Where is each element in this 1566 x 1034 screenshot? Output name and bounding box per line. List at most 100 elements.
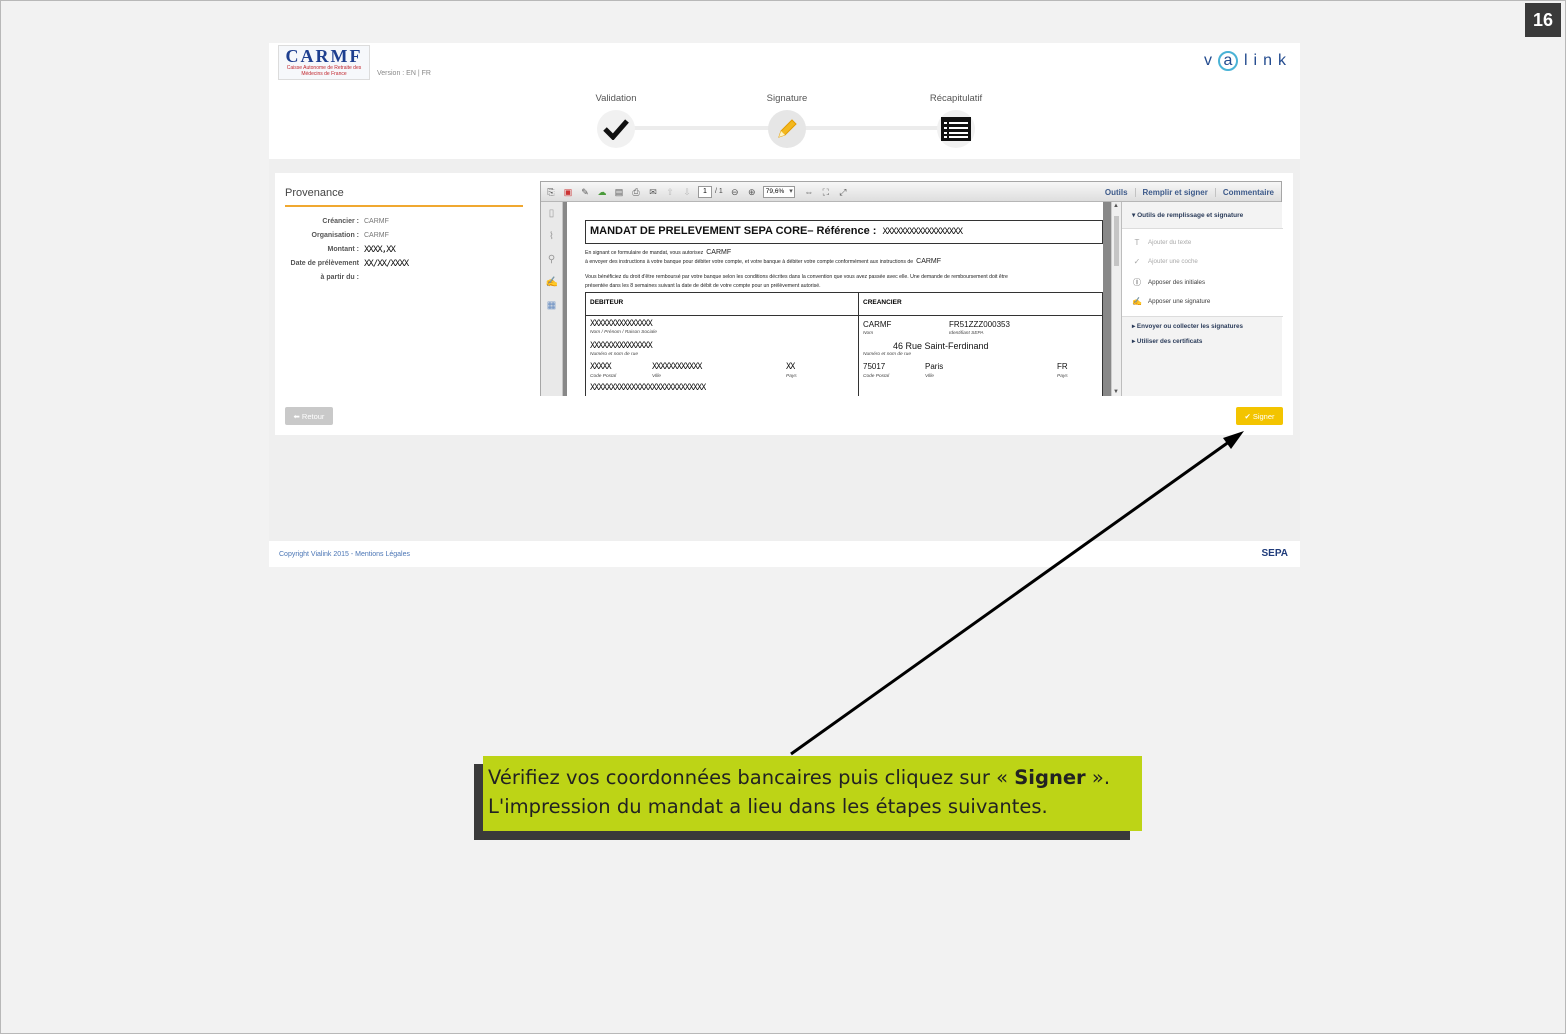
debiteur-name: XXXXXXXXXXXXXXX <box>590 319 653 329</box>
tab-commentaire[interactable]: Commentaire <box>1214 187 1281 197</box>
mandate-text: En signant ce formulaire de mandat, vous… <box>585 250 704 256</box>
page-number-input[interactable]: 1 <box>698 185 712 198</box>
creancier-sepa-caption: Identifiant SEPA <box>949 331 984 336</box>
export-pdf-icon[interactable]: ▣ <box>562 186 574 198</box>
arrow-left-icon: ⬅ <box>293 411 302 421</box>
sepa-logo: SEPA <box>1262 548 1289 559</box>
creancier-header: CREANCIER <box>859 293 1102 316</box>
scroll-thumb[interactable] <box>1114 216 1119 266</box>
retour-label: Retour <box>301 411 325 421</box>
logo-subtitle: Caisse Autonome de Retraite des Médecins… <box>286 65 362 77</box>
mail-icon[interactable]: ✉ <box>647 186 659 198</box>
mandate-title: MANDAT DE PRELEVEMENT SEPA CORE– Référen… <box>585 220 1103 244</box>
app-header: CARMF Caisse Autonome de Retraite des Mé… <box>269 43 1300 81</box>
signature-icon: ✍ <box>1132 297 1142 306</box>
signer-button[interactable]: ✔ Signer <box>1236 407 1283 425</box>
binoculars-icon[interactable]: ⚲ <box>546 254 558 266</box>
callout-line-2: L'impression du mandat a lieu dans les é… <box>488 795 1048 818</box>
row-value: XX/XX/XXXX <box>364 259 409 269</box>
provenance-details: Créancier : CARMF Organisation : CARMF Mon… <box>285 217 410 287</box>
section-label: Outils de remplissage et signature <box>1137 212 1244 219</box>
mandate-text-2: à envoyer des instructions à votre banqu… <box>585 258 941 265</box>
text-icon: T <box>1134 238 1140 247</box>
creancier-name-caption: Nom <box>863 331 874 336</box>
scroll-up-icon[interactable]: ▲ <box>1113 203 1119 209</box>
link-label: Envoyer ou collecter les signatures <box>1136 323 1243 330</box>
zoom-out-icon[interactable]: ⊖ <box>729 186 741 198</box>
add-check-tool[interactable]: ✓ Ajouter une coche <box>1132 257 1198 266</box>
checkmark-icon: ✓ <box>1133 257 1141 266</box>
content-area: Provenance Créancier : CARMF Organisation… <box>269 159 1300 541</box>
zoom-select[interactable]: 79,6% <box>762 185 795 198</box>
fit-width-icon[interactable]: ⇔ <box>803 186 815 198</box>
fill-sign-section[interactable]: ▾ Outils de remplissage et signature <box>1122 202 1282 219</box>
initials-icon: Ⓘ <box>1133 278 1141 287</box>
fit-page-icon[interactable]: ⛶ <box>820 186 832 198</box>
step-recapitulatif: Récapitulatif <box>906 93 1006 148</box>
edit-icon[interactable]: ✎ <box>579 186 591 198</box>
step-validation: Validation <box>566 93 666 148</box>
row-value: CARMF <box>364 232 389 239</box>
tab-remplir-et-signer[interactable]: Remplir et signer <box>1134 187 1215 197</box>
creancier-street: 46 Rue Saint-Ferdinand <box>893 341 989 351</box>
create-pdf-icon[interactable]: ⎘ <box>545 186 557 198</box>
debiteur-street-caption: Numéro et nom de rue <box>590 352 638 357</box>
signature-panel-icon[interactable]: ✍ <box>546 277 558 289</box>
pdf-toolbar: ⎘ ▣ ✎ ☁ ▤ ⎙ ✉ ⇧ ⇩ 1 / 1 ⊖ ⊕ 79,6% ⇔ ⛶ ⤢ <box>541 182 1281 202</box>
pdf-sidebar: ▯ ⌇ ⚲ ✍ ▦ <box>541 202 563 396</box>
sepa-text: SEPA <box>1261 548 1289 559</box>
signer-label: Signer <box>1252 411 1275 421</box>
pdf-viewer: ⎘ ▣ ✎ ☁ ▤ ⎙ ✉ ⇧ ⇩ 1 / 1 ⊖ ⊕ 79,6% ⇔ ⛶ ⤢ <box>540 181 1283 396</box>
page-up-icon[interactable]: ⇧ <box>664 186 676 198</box>
add-signature-tool[interactable]: ✍ Apposer une signature <box>1132 297 1210 306</box>
link-label: Utiliser des certificats <box>1136 338 1203 345</box>
carmf-logo: CARMF Caisse Autonome de Retraite des Mé… <box>278 45 370 80</box>
use-certificates-link[interactable]: ▸ Utiliser des certificats <box>1132 338 1202 345</box>
pdf-document-area: MANDAT DE PRELEVEMENT SEPA CORE– Référen… <box>563 202 1111 396</box>
pdf-scrollbar[interactable]: ▲ ▼ <box>1111 202 1121 396</box>
slide-number: 16 <box>1525 3 1561 37</box>
save-icon[interactable]: ▤ <box>613 186 625 198</box>
logo-title: CARMF <box>285 46 363 66</box>
mandate-title-text: MANDAT DE PRELEVEMENT SEPA CORE– Référen… <box>590 225 877 237</box>
print-icon[interactable]: ⎙ <box>630 186 642 198</box>
row-value: CARMF <box>364 218 389 225</box>
signature-panel: Provenance Créancier : CARMF Organisation… <box>275 173 1293 435</box>
layers-icon[interactable]: ▦ <box>546 300 558 312</box>
provenance-row: Organisation : CARMF <box>285 231 408 245</box>
tool-label: Ajouter du texte <box>1148 239 1192 246</box>
copyright-link[interactable]: Copyright Vialink 2015 - Mentions Légale… <box>279 551 410 558</box>
debiteur-city: XXXXXXXXXXXX <box>652 362 702 372</box>
retour-button[interactable]: ⬅ Retour <box>285 407 333 425</box>
callout-line-1: Vérifiez vos coordonnées bancaires puis … <box>488 763 1142 792</box>
tab-outils[interactable]: Outils <box>1098 188 1135 197</box>
scroll-down-icon[interactable]: ▼ <box>1113 389 1119 395</box>
creancier-name: CARMF <box>863 320 892 329</box>
provenance-row: à partir du : <box>285 273 408 287</box>
cloud-icon[interactable]: ☁ <box>596 186 608 198</box>
debiteur-postal: XXXXX <box>590 362 612 372</box>
pages-icon[interactable]: ▯ <box>546 208 558 220</box>
add-text-tool[interactable]: T Ajouter du texte <box>1132 238 1192 247</box>
instruction-callout: Vérifiez vos coordonnées bancaires puis … <box>483 756 1142 831</box>
add-initials-tool[interactable]: Ⓘ Apposer des initiales <box>1132 277 1205 288</box>
mandate-text-value: CARMF <box>706 249 732 256</box>
version-switch[interactable]: Version : EN | FR <box>377 70 431 77</box>
mandate-text-1: En signant ce formulaire de mandat, vous… <box>585 249 731 256</box>
vialink-logo: v a link <box>1203 51 1292 71</box>
callout-text: ». <box>1085 766 1111 789</box>
callout-text: Vérifiez vos coordonnées bancaires puis … <box>488 766 1015 789</box>
creancier-postal-caption: Code Postal <box>863 374 890 379</box>
mandate-reference: XXXXXXXXXXXXXXXXXX <box>882 227 963 237</box>
send-collect-signatures-link[interactable]: ▸ Envoyer ou collecter les signatures <box>1132 323 1243 330</box>
attachment-icon[interactable]: ⌇ <box>546 231 558 243</box>
mandate-text: à envoyer des instructions à votre banqu… <box>585 259 914 265</box>
check-icon <box>597 110 635 148</box>
pdf-page: MANDAT DE PRELEVEMENT SEPA CORE– Référen… <box>567 202 1103 396</box>
zoom-in-icon[interactable]: ⊕ <box>746 186 758 198</box>
fullscreen-icon[interactable]: ⤢ <box>837 186 849 198</box>
step-label: Récapitulatif <box>929 93 983 104</box>
app-footer: Copyright Vialink 2015 - Mentions Légale… <box>269 541 1300 567</box>
page-down-icon[interactable]: ⇩ <box>681 186 693 198</box>
row-key: à partir du : <box>320 274 359 281</box>
